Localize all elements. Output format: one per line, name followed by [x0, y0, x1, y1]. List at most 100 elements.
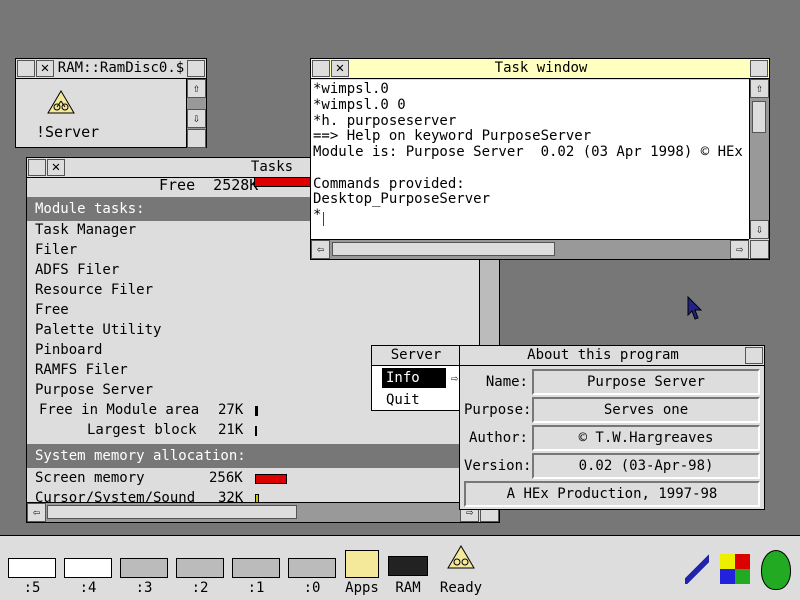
author-field: © T.W.Hargreaves	[532, 425, 760, 451]
largest-block-value: 21K	[218, 422, 244, 438]
ramdisc-title: RAM::RamDisc0.$	[57, 60, 185, 76]
menu-item-info[interactable]: Info	[382, 368, 446, 388]
server-status-label: Ready	[439, 580, 483, 596]
menu-item-info-label: Info	[386, 370, 420, 386]
output-line: *wimpsl.0	[313, 81, 389, 97]
module-area-bar[interactable]	[255, 406, 258, 416]
purpose-label: Purpose:	[464, 402, 532, 418]
display-manager[interactable]	[682, 554, 712, 584]
name-label: Name:	[485, 374, 528, 390]
apps-icon	[345, 550, 379, 578]
hard-drive-2[interactable]: :2	[174, 558, 226, 596]
module-task-item[interactable]: Pinboard	[35, 342, 102, 358]
hard-disc-icon	[120, 558, 168, 578]
free-in-module-area-label: Free in Module area	[39, 402, 200, 418]
module-task-item[interactable]: Free	[35, 302, 69, 318]
server-app-icon	[446, 544, 476, 572]
task-window: ✕ Task window *wimpsl.0 *wimpsl.0 0 *h. …	[310, 58, 770, 260]
about-titlebar[interactable]: About this program	[460, 346, 764, 366]
palette-utility[interactable]	[718, 554, 752, 584]
scroll-left-icon[interactable]: ⇦	[311, 240, 330, 259]
largest-block-bar[interactable]	[255, 426, 257, 436]
menu-item-quit-label: Quit	[386, 392, 420, 408]
ram-chip-icon	[388, 556, 428, 576]
version-field: 0.02 (03-Apr-98)	[532, 453, 760, 479]
author-label: Author:	[468, 430, 528, 446]
output-line: *	[313, 207, 322, 223]
close-icon[interactable]: ✕	[47, 159, 65, 176]
hard-drive-0[interactable]: :0	[286, 558, 338, 596]
floppy-icon	[8, 558, 56, 578]
scroll-up-icon[interactable]: ⇧	[187, 79, 206, 98]
free-memory-bar[interactable]	[254, 177, 314, 187]
toggle-size-icon[interactable]	[187, 60, 205, 77]
name-field: Purpose Server	[532, 369, 760, 395]
ram-disc[interactable]: RAM	[386, 556, 430, 596]
toggle-size-icon[interactable]	[745, 347, 763, 364]
task-manager[interactable]	[756, 550, 796, 590]
back-icon[interactable]	[312, 60, 330, 77]
ramdisc-titlebar[interactable]: ✕ RAM::RamDisc0.$	[16, 59, 206, 79]
module-task-item[interactable]: Task Manager	[35, 222, 136, 238]
acorn-icon	[761, 550, 791, 590]
icon-bar: :5 :4 :3 :2 :1 :0 Apps RAM Ready	[0, 535, 800, 600]
scroll-down-icon[interactable]: ⇩	[750, 220, 769, 239]
vscroll-thumb[interactable]	[752, 101, 766, 133]
resize-icon[interactable]	[187, 129, 206, 148]
about-window: About this program Name: Purpose Server …	[459, 345, 765, 510]
purpose-server-iconbar[interactable]: Ready	[436, 544, 486, 596]
menu-item-quit[interactable]: Quit	[386, 390, 420, 410]
floppy-drive-4[interactable]: :4	[62, 558, 114, 596]
scroll-down-icon[interactable]: ⇩	[187, 109, 206, 128]
server-app-icon[interactable]	[46, 89, 76, 117]
back-icon[interactable]	[17, 60, 35, 77]
output-line: Commands provided:	[313, 176, 465, 192]
module-task-item[interactable]: Palette Utility	[35, 322, 161, 338]
about-footer: A HEx Production, 1997-98	[464, 481, 760, 507]
tasks-hscroll-thumb[interactable]	[47, 505, 297, 519]
drive-label: :0	[303, 580, 321, 596]
screen-memory-bar[interactable]	[255, 474, 287, 484]
close-icon[interactable]: ✕	[36, 60, 54, 77]
toggle-size-icon[interactable]	[750, 60, 768, 77]
submenu-arrow-icon[interactable]: ⇨	[451, 368, 458, 388]
scroll-up-icon[interactable]: ⇧	[750, 79, 769, 98]
task-window-titlebar[interactable]: ✕ Task window	[311, 59, 769, 79]
hard-disc-icon	[176, 558, 224, 578]
apps-directory[interactable]: Apps	[340, 550, 384, 596]
module-task-item[interactable]: Purpose Server	[35, 382, 153, 398]
module-task-item[interactable]: ADFS Filer	[35, 262, 119, 278]
hscroll-thumb[interactable]	[332, 242, 555, 256]
drive-label: :3	[135, 580, 153, 596]
server-menu: Server Info ⇨ Quit	[371, 345, 461, 411]
screen-memory-value: 256K	[209, 470, 243, 486]
output-line: Desktop_PurposeServer	[313, 191, 491, 207]
floppy-drive-5[interactable]: :5	[6, 558, 58, 596]
hard-drive-1[interactable]: :1	[230, 558, 282, 596]
mouse-pointer-icon	[687, 295, 703, 324]
ram-label: RAM	[395, 580, 421, 596]
output-line: *h. purposeserver	[313, 113, 457, 129]
module-task-item[interactable]: Filer	[35, 242, 77, 258]
task-window-output[interactable]: *wimpsl.0 *wimpsl.0 0 *h. purposeserver …	[311, 80, 749, 239]
output-line: ==> Help on keyword PurposeServer	[313, 128, 592, 144]
scroll-left-icon[interactable]: ⇦	[27, 503, 46, 522]
ramdisc-window: ✕ RAM::RamDisc0.$ ⇧ ⇩ !Server	[15, 58, 207, 148]
server-menu-title: Server	[372, 346, 460, 366]
palette-icon	[720, 554, 750, 584]
module-task-item[interactable]: RAMFS Filer	[35, 362, 128, 378]
back-icon[interactable]	[28, 159, 46, 176]
server-app-label[interactable]: !Server	[36, 123, 99, 141]
drive-label: :2	[191, 580, 209, 596]
resize-icon[interactable]	[750, 240, 769, 259]
hard-drive-3[interactable]: :3	[118, 558, 170, 596]
close-icon[interactable]: ✕	[331, 60, 349, 77]
drive-label: :1	[247, 580, 265, 596]
module-task-item[interactable]: Resource Filer	[35, 282, 153, 298]
task-window-title: Task window	[494, 60, 588, 76]
floppy-icon	[64, 558, 112, 578]
about-title: About this program	[527, 347, 679, 363]
output-line: Module is: Purpose Server 0.02 (03 Apr 1…	[313, 144, 743, 160]
scroll-right-icon[interactable]: ⇨	[730, 240, 749, 259]
free-memory-line: Free 2528K	[159, 176, 259, 194]
